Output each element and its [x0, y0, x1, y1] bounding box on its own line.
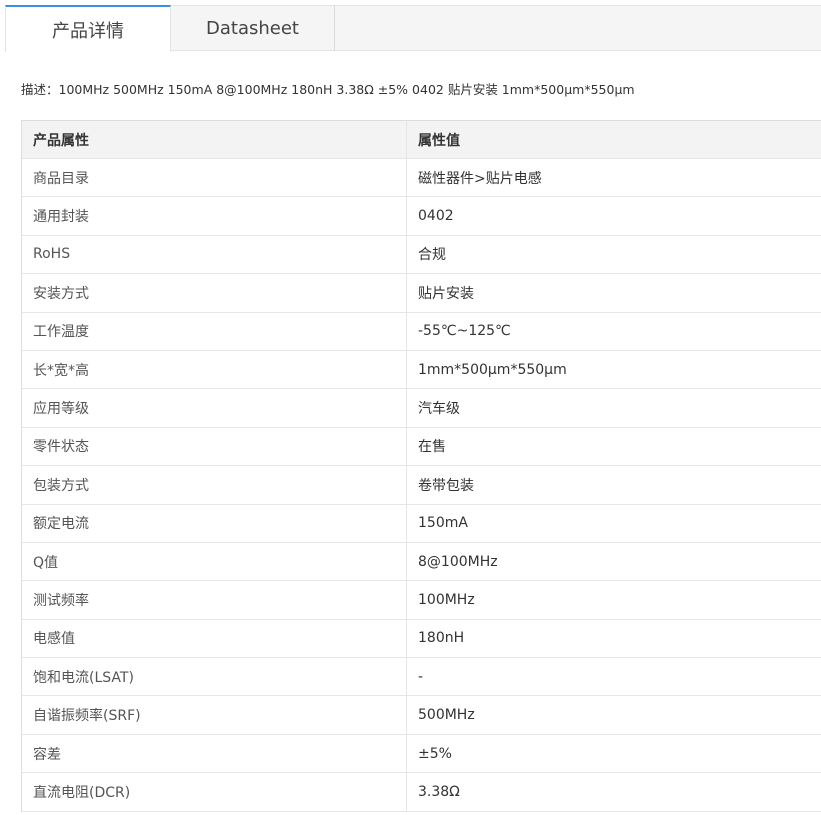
attribute-value: 500MHz — [418, 707, 475, 724]
table-row: 包装方式 卷带包装 — [22, 466, 821, 505]
table-row: 应用等级 汽车级 — [22, 389, 821, 428]
tab-bar: 产品详情 Datasheet — [5, 5, 821, 52]
attribute-name: 应用等级 — [22, 389, 407, 427]
attribute-name: 容差 — [22, 734, 407, 773]
attribute-name: 测试频率 — [22, 581, 407, 619]
attribute-name: 额定电流 — [22, 504, 407, 542]
attribute-value: -55℃~125℃ — [418, 323, 511, 340]
table-row: 长*宽*高 1mm*500μm*550μm — [22, 350, 821, 390]
attribute-value: 8@100MHz — [418, 553, 498, 570]
attribute-value: 1mm*500μm*550μm — [418, 361, 567, 378]
header-attribute: 产品属性 — [22, 121, 407, 158]
header-value: 属性值 — [418, 132, 460, 149]
table-row: 容差 ±5% — [22, 734, 821, 774]
attribute-value: - — [418, 668, 424, 685]
table-row: 额定电流 150mA — [22, 504, 821, 543]
attribute-value: 3.38Ω — [418, 783, 460, 800]
table-row: RoHS 合规 — [22, 235, 821, 275]
attribute-value: 0402 — [418, 208, 454, 225]
attribute-name: 零件状态 — [22, 427, 407, 466]
attribute-value: 100MHz — [418, 591, 475, 608]
attribute-value: 180nH — [418, 630, 465, 647]
table-row: 自谐振频率(SRF) 500MHz — [22, 696, 821, 735]
product-attributes-table: 产品属性 属性值 商品目录 磁性器件>贴片电感 通用封装 0402 RoHS 合规 安装方式… — [21, 120, 821, 812]
table-row: 工作温度 -55℃~125℃ — [22, 312, 821, 351]
table-row: 饱和电流(LSAT) - — [22, 658, 821, 697]
attribute-name: Q值 — [22, 542, 407, 581]
table-row: 商品目录 磁性器件>贴片电感 — [22, 159, 821, 198]
tab-product-details[interactable]: 产品详情 — [5, 5, 171, 52]
table-row: 通用封装 0402 — [22, 197, 821, 236]
attribute-name: 饱和电流(LSAT) — [22, 658, 407, 696]
attribute-value: 卷带包装 — [418, 477, 474, 494]
attribute-value: 合规 — [418, 247, 446, 264]
attribute-name: 包装方式 — [22, 466, 407, 504]
attribute-value: 在售 — [418, 439, 446, 456]
table-header-row: 产品属性 属性值 — [22, 121, 821, 159]
attribute-name: 自谐振频率(SRF) — [22, 696, 407, 734]
attribute-name: 直流电阻(DCR) — [22, 773, 407, 811]
table-row: 零件状态 在售 — [22, 427, 821, 467]
attribute-name: 商品目录 — [22, 159, 407, 197]
attribute-value: 汽车级 — [418, 401, 460, 418]
attribute-value: 磁性器件>贴片电感 — [418, 170, 542, 187]
tab-datasheet[interactable]: Datasheet — [171, 5, 335, 51]
attribute-value: ±5% — [418, 745, 452, 762]
table-row: 电感值 180nH — [22, 619, 821, 659]
attribute-value: 150mA — [418, 515, 468, 532]
table-row: 测试频率 100MHz — [22, 581, 821, 620]
table-row: Q值 8@100MHz — [22, 542, 821, 582]
attribute-name: 工作温度 — [22, 312, 407, 350]
product-description: 描述：100MHz 500MHz 150mA 8@100MHz 180nH 3.… — [21, 82, 635, 97]
attribute-name: 长*宽*高 — [22, 350, 407, 389]
table-row: 直流电阻(DCR) 3.38Ω — [22, 773, 821, 812]
table-row: 安装方式 贴片安装 — [22, 274, 821, 313]
attribute-name: 通用封装 — [22, 197, 407, 235]
attribute-name: RoHS — [22, 235, 407, 274]
attribute-name: 安装方式 — [22, 274, 407, 312]
attribute-name: 电感值 — [22, 619, 407, 658]
attribute-value: 贴片安装 — [418, 285, 474, 302]
